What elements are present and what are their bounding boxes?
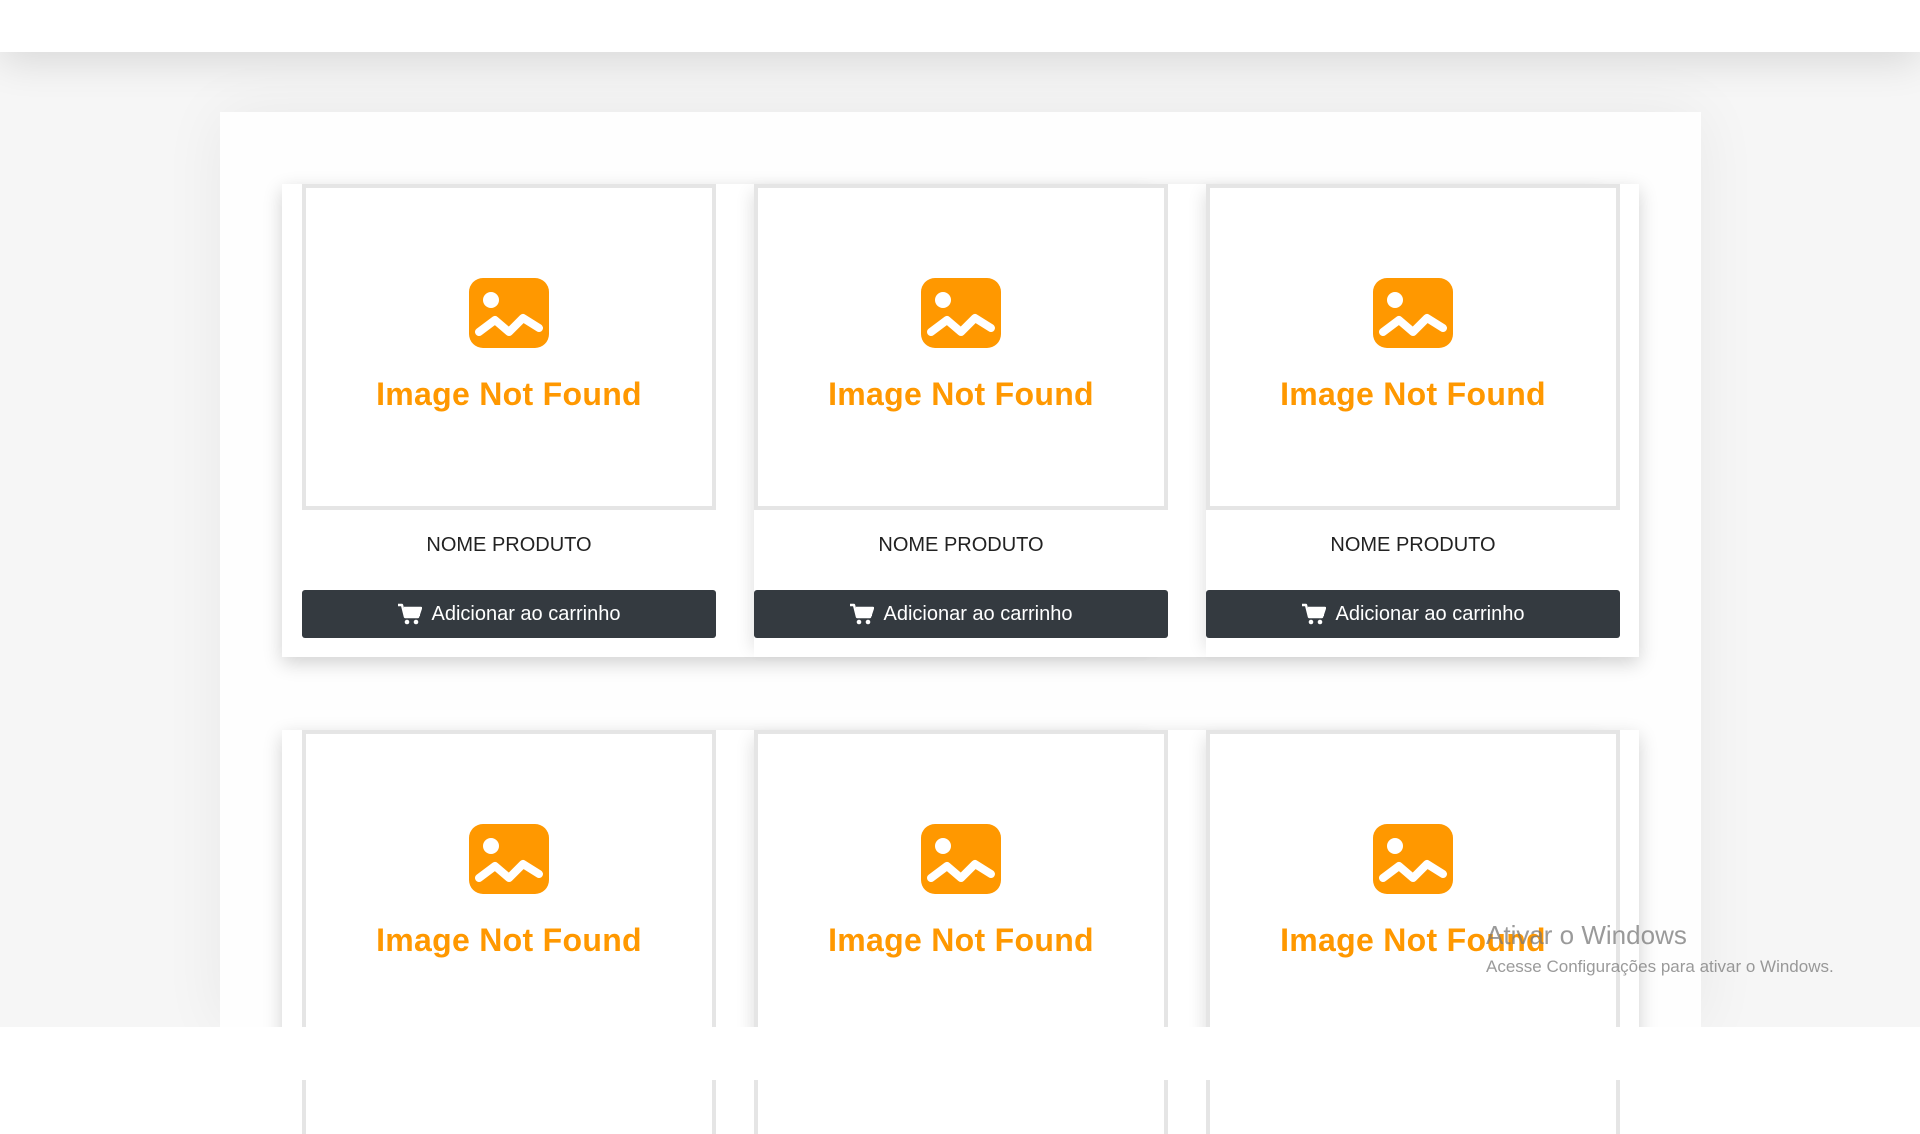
watermark-title: Ativar o Windows xyxy=(1486,920,1687,950)
product-card: Image Not Found NOME PRODUTO Adicionar a… xyxy=(1206,184,1620,657)
product-card: Image Not Found xyxy=(302,730,716,1134)
product-name: NOME PRODUTO xyxy=(878,534,1044,556)
image-placeholder-icon xyxy=(921,824,1001,894)
image-placeholder-icon xyxy=(921,278,1001,348)
product-image-placeholder: Image Not Found xyxy=(1206,184,1620,510)
product-card: Image Not Found NOME PRODUTO Adicionar a… xyxy=(754,184,1168,657)
top-navbar xyxy=(0,0,1920,52)
image-placeholder-icon xyxy=(1373,278,1453,348)
bottom-blank-area xyxy=(0,1027,1920,1080)
product-card: Image Not Found xyxy=(1206,730,1620,1134)
product-card: Image Not Found NOME PRODUTO Adicionar a… xyxy=(302,184,716,657)
cart-icon xyxy=(397,603,422,625)
windows-activation-watermark: Ativar o Windows Acesse Configurações pa… xyxy=(1486,920,1834,977)
image-not-found-text: Image Not Found xyxy=(376,922,642,958)
add-to-cart-button[interactable]: Adicionar ao carrinho xyxy=(302,590,716,638)
product-row: Image Not Found NOME PRODUTO Adicionar a… xyxy=(282,184,1639,657)
add-to-cart-button[interactable]: Adicionar ao carrinho xyxy=(754,590,1168,638)
image-placeholder-icon xyxy=(469,278,549,348)
add-to-cart-label: Adicionar ao carrinho xyxy=(431,602,621,625)
watermark-subtitle: Acesse Configurações para ativar o Windo… xyxy=(1486,957,1834,976)
image-not-found-text: Image Not Found xyxy=(376,376,642,412)
image-not-found-text: Image Not Found xyxy=(1280,376,1546,412)
product-image-placeholder: Image Not Found xyxy=(302,184,716,510)
product-name: NOME PRODUTO xyxy=(426,534,592,556)
image-not-found-text: Image Not Found xyxy=(828,376,1094,412)
add-to-cart-label: Adicionar ao carrinho xyxy=(1335,602,1525,625)
product-image-placeholder: Image Not Found xyxy=(754,184,1168,510)
cart-icon xyxy=(849,603,874,625)
add-to-cart-button[interactable]: Adicionar ao carrinho xyxy=(1206,590,1620,638)
product-card: Image Not Found xyxy=(754,730,1168,1134)
product-name: NOME PRODUTO xyxy=(1330,534,1496,556)
product-container: Image Not Found NOME PRODUTO Adicionar a… xyxy=(220,112,1701,1134)
image-placeholder-icon xyxy=(469,824,549,894)
product-row: Image Not Found Image Not Found Image No… xyxy=(282,730,1639,1134)
cart-icon xyxy=(1301,603,1326,625)
image-not-found-text: Image Not Found xyxy=(828,922,1094,958)
image-placeholder-icon xyxy=(1373,824,1453,894)
add-to-cart-label: Adicionar ao carrinho xyxy=(883,602,1073,625)
